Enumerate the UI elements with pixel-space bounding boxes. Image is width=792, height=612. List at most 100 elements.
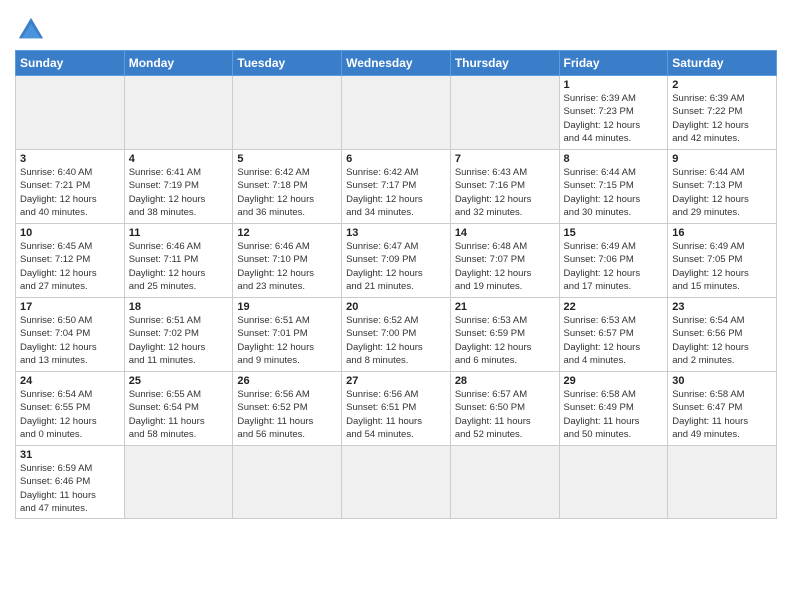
day-cell: 10Sunrise: 6:45 AM Sunset: 7:12 PM Dayli… [16, 224, 125, 298]
day-cell [450, 446, 559, 519]
day-number: 15 [564, 227, 664, 239]
day-info: Sunrise: 6:56 AM Sunset: 6:52 PM Dayligh… [237, 388, 337, 441]
week-row-1: 3Sunrise: 6:40 AM Sunset: 7:21 PM Daylig… [16, 150, 777, 224]
day-info: Sunrise: 6:58 AM Sunset: 6:49 PM Dayligh… [564, 388, 664, 441]
day-number: 4 [129, 153, 229, 165]
day-info: Sunrise: 6:59 AM Sunset: 6:46 PM Dayligh… [20, 462, 120, 515]
day-cell: 15Sunrise: 6:49 AM Sunset: 7:06 PM Dayli… [559, 224, 668, 298]
day-cell: 27Sunrise: 6:56 AM Sunset: 6:51 PM Dayli… [342, 372, 451, 446]
day-cell [16, 76, 125, 150]
day-cell: 11Sunrise: 6:46 AM Sunset: 7:11 PM Dayli… [124, 224, 233, 298]
day-cell: 9Sunrise: 6:44 AM Sunset: 7:13 PM Daylig… [668, 150, 777, 224]
day-cell: 17Sunrise: 6:50 AM Sunset: 7:04 PM Dayli… [16, 298, 125, 372]
day-cell: 2Sunrise: 6:39 AM Sunset: 7:22 PM Daylig… [668, 76, 777, 150]
day-number: 17 [20, 301, 120, 313]
day-number: 28 [455, 375, 555, 387]
day-cell: 13Sunrise: 6:47 AM Sunset: 7:09 PM Dayli… [342, 224, 451, 298]
day-info: Sunrise: 6:40 AM Sunset: 7:21 PM Dayligh… [20, 166, 120, 219]
day-info: Sunrise: 6:54 AM Sunset: 6:55 PM Dayligh… [20, 388, 120, 441]
day-number: 11 [129, 227, 229, 239]
day-number: 5 [237, 153, 337, 165]
day-cell: 28Sunrise: 6:57 AM Sunset: 6:50 PM Dayli… [450, 372, 559, 446]
day-info: Sunrise: 6:51 AM Sunset: 7:02 PM Dayligh… [129, 314, 229, 367]
week-row-4: 24Sunrise: 6:54 AM Sunset: 6:55 PM Dayli… [16, 372, 777, 446]
day-info: Sunrise: 6:39 AM Sunset: 7:22 PM Dayligh… [672, 92, 772, 145]
day-cell: 25Sunrise: 6:55 AM Sunset: 6:54 PM Dayli… [124, 372, 233, 446]
day-number: 16 [672, 227, 772, 239]
week-row-0: 1Sunrise: 6:39 AM Sunset: 7:23 PM Daylig… [16, 76, 777, 150]
weekday-header-tuesday: Tuesday [233, 51, 342, 76]
day-cell: 14Sunrise: 6:48 AM Sunset: 7:07 PM Dayli… [450, 224, 559, 298]
day-cell [233, 446, 342, 519]
day-number: 20 [346, 301, 446, 313]
day-number: 25 [129, 375, 229, 387]
header [15, 10, 777, 44]
day-info: Sunrise: 6:46 AM Sunset: 7:10 PM Dayligh… [237, 240, 337, 293]
day-number: 30 [672, 375, 772, 387]
day-cell [124, 446, 233, 519]
day-cell [668, 446, 777, 519]
day-cell: 18Sunrise: 6:51 AM Sunset: 7:02 PM Dayli… [124, 298, 233, 372]
calendar-table: SundayMondayTuesdayWednesdayThursdayFrid… [15, 50, 777, 519]
day-cell [559, 446, 668, 519]
day-cell: 3Sunrise: 6:40 AM Sunset: 7:21 PM Daylig… [16, 150, 125, 224]
day-number: 8 [564, 153, 664, 165]
day-info: Sunrise: 6:44 AM Sunset: 7:13 PM Dayligh… [672, 166, 772, 219]
day-info: Sunrise: 6:48 AM Sunset: 7:07 PM Dayligh… [455, 240, 555, 293]
day-cell [124, 76, 233, 150]
day-number: 29 [564, 375, 664, 387]
day-info: Sunrise: 6:46 AM Sunset: 7:11 PM Dayligh… [129, 240, 229, 293]
day-cell: 6Sunrise: 6:42 AM Sunset: 7:17 PM Daylig… [342, 150, 451, 224]
weekday-header-wednesday: Wednesday [342, 51, 451, 76]
day-info: Sunrise: 6:57 AM Sunset: 6:50 PM Dayligh… [455, 388, 555, 441]
weekday-header-sunday: Sunday [16, 51, 125, 76]
day-number: 10 [20, 227, 120, 239]
day-cell: 1Sunrise: 6:39 AM Sunset: 7:23 PM Daylig… [559, 76, 668, 150]
week-row-3: 17Sunrise: 6:50 AM Sunset: 7:04 PM Dayli… [16, 298, 777, 372]
day-info: Sunrise: 6:41 AM Sunset: 7:19 PM Dayligh… [129, 166, 229, 219]
week-row-5: 31Sunrise: 6:59 AM Sunset: 6:46 PM Dayli… [16, 446, 777, 519]
day-number: 23 [672, 301, 772, 313]
weekday-header-monday: Monday [124, 51, 233, 76]
day-cell: 30Sunrise: 6:58 AM Sunset: 6:47 PM Dayli… [668, 372, 777, 446]
day-info: Sunrise: 6:50 AM Sunset: 7:04 PM Dayligh… [20, 314, 120, 367]
day-info: Sunrise: 6:42 AM Sunset: 7:17 PM Dayligh… [346, 166, 446, 219]
day-info: Sunrise: 6:45 AM Sunset: 7:12 PM Dayligh… [20, 240, 120, 293]
logo-icon [17, 16, 45, 44]
day-cell: 29Sunrise: 6:58 AM Sunset: 6:49 PM Dayli… [559, 372, 668, 446]
day-cell [450, 76, 559, 150]
day-number: 24 [20, 375, 120, 387]
day-info: Sunrise: 6:51 AM Sunset: 7:01 PM Dayligh… [237, 314, 337, 367]
day-info: Sunrise: 6:43 AM Sunset: 7:16 PM Dayligh… [455, 166, 555, 219]
day-cell [233, 76, 342, 150]
day-cell: 16Sunrise: 6:49 AM Sunset: 7:05 PM Dayli… [668, 224, 777, 298]
day-info: Sunrise: 6:54 AM Sunset: 6:56 PM Dayligh… [672, 314, 772, 367]
day-number: 26 [237, 375, 337, 387]
day-info: Sunrise: 6:53 AM Sunset: 6:59 PM Dayligh… [455, 314, 555, 367]
day-info: Sunrise: 6:53 AM Sunset: 6:57 PM Dayligh… [564, 314, 664, 367]
day-cell: 8Sunrise: 6:44 AM Sunset: 7:15 PM Daylig… [559, 150, 668, 224]
day-cell: 7Sunrise: 6:43 AM Sunset: 7:16 PM Daylig… [450, 150, 559, 224]
day-number: 19 [237, 301, 337, 313]
day-number: 2 [672, 79, 772, 91]
day-info: Sunrise: 6:44 AM Sunset: 7:15 PM Dayligh… [564, 166, 664, 219]
day-info: Sunrise: 6:52 AM Sunset: 7:00 PM Dayligh… [346, 314, 446, 367]
day-number: 21 [455, 301, 555, 313]
day-number: 27 [346, 375, 446, 387]
day-cell: 26Sunrise: 6:56 AM Sunset: 6:52 PM Dayli… [233, 372, 342, 446]
day-cell: 22Sunrise: 6:53 AM Sunset: 6:57 PM Dayli… [559, 298, 668, 372]
day-number: 18 [129, 301, 229, 313]
day-number: 14 [455, 227, 555, 239]
weekday-header-thursday: Thursday [450, 51, 559, 76]
day-cell: 12Sunrise: 6:46 AM Sunset: 7:10 PM Dayli… [233, 224, 342, 298]
day-cell: 4Sunrise: 6:41 AM Sunset: 7:19 PM Daylig… [124, 150, 233, 224]
day-cell: 21Sunrise: 6:53 AM Sunset: 6:59 PM Dayli… [450, 298, 559, 372]
weekday-header-row: SundayMondayTuesdayWednesdayThursdayFrid… [16, 51, 777, 76]
day-number: 7 [455, 153, 555, 165]
day-number: 3 [20, 153, 120, 165]
day-cell [342, 76, 451, 150]
day-info: Sunrise: 6:42 AM Sunset: 7:18 PM Dayligh… [237, 166, 337, 219]
day-info: Sunrise: 6:55 AM Sunset: 6:54 PM Dayligh… [129, 388, 229, 441]
day-cell: 19Sunrise: 6:51 AM Sunset: 7:01 PM Dayli… [233, 298, 342, 372]
day-cell: 20Sunrise: 6:52 AM Sunset: 7:00 PM Dayli… [342, 298, 451, 372]
